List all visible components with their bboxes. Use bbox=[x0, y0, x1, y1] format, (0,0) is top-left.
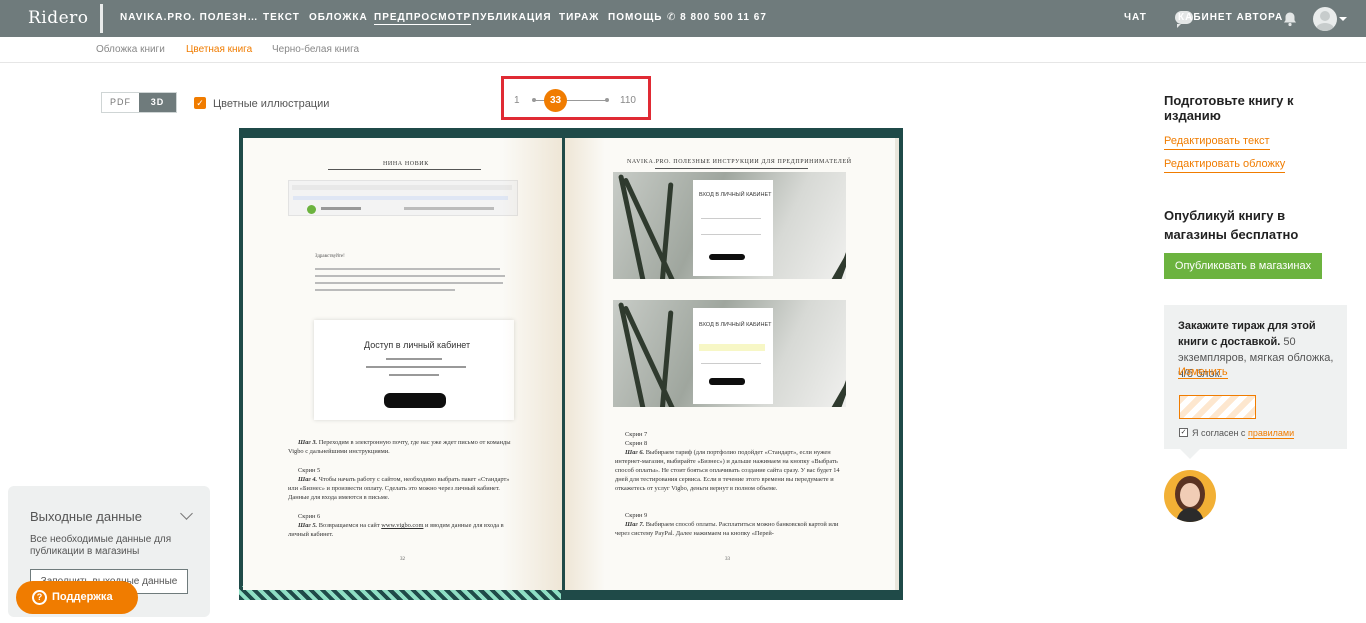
question-icon: ? bbox=[32, 590, 47, 605]
left-screen5: Скрин 5 bbox=[298, 467, 321, 474]
left-step5: Шаг 5. Возвращаемся на сайт www.vigbo.co… bbox=[288, 522, 504, 538]
rules-link[interactable]: правилами bbox=[1247, 428, 1295, 439]
manager-portrait-icon bbox=[1175, 476, 1205, 522]
nav-phone: ✆ 8 800 500 11 67 bbox=[667, 12, 767, 23]
book-page-right[interactable]: NAVIKA.PRO. ПОЛЕЗНЫЕ ИНСТРУКЦИИ ДЛЯ ПРЕД… bbox=[565, 138, 895, 590]
ridero-logo[interactable]: Ridero bbox=[28, 8, 89, 28]
agree-checkbox[interactable]: ✓ bbox=[1179, 428, 1188, 437]
right-title-rule bbox=[655, 168, 808, 169]
left-step3: Шаг 3. Переходим в электронную почту, гд… bbox=[288, 439, 511, 455]
order-price-placeholder bbox=[1179, 395, 1256, 419]
login-screenshot-2: ВХОД В ЛИЧНЫЙ КАБИНЕТ bbox=[613, 300, 846, 407]
bell-icon[interactable] bbox=[1282, 11, 1298, 27]
login-card-1: ВХОД В ЛИЧНЫЙ КАБИНЕТ bbox=[693, 180, 773, 276]
3d-button[interactable]: 3D bbox=[139, 93, 176, 112]
email-body-lines bbox=[315, 268, 505, 298]
nav-text[interactable]: ТЕКСТ bbox=[263, 12, 300, 23]
card-black-button bbox=[384, 393, 446, 408]
left-page-number: 32 bbox=[400, 557, 405, 562]
page-slider-end-dot bbox=[605, 98, 609, 102]
right-running-title: NAVIKA.PRO. ПОЛЕЗНЫЕ ИНСТРУКЦИИ ДЛЯ ПРЕД… bbox=[627, 159, 852, 165]
subtab-color-book[interactable]: Цветная книга bbox=[186, 44, 252, 55]
edit-cover-link[interactable]: Редактировать обложку bbox=[1164, 158, 1286, 173]
nav-book-title[interactable]: NAVIKA.PRO. ПОЛЕЗН… bbox=[120, 12, 259, 23]
plant-leaf bbox=[828, 188, 846, 279]
subtab-cover[interactable]: Обложка книги bbox=[96, 44, 165, 55]
nav-help[interactable]: ПОМОЩЬ bbox=[608, 12, 662, 23]
publish-in-stores-button[interactable]: Опубликовать в магазинах bbox=[1164, 253, 1322, 279]
nav-cover[interactable]: ОБЛОЖКА bbox=[309, 12, 368, 23]
user-avatar[interactable] bbox=[1313, 7, 1337, 31]
nav-preview[interactable]: ПРЕДПРОСМОТР bbox=[374, 12, 472, 25]
nav-publication[interactable]: ПУБЛИКАЦИЯ bbox=[472, 12, 552, 23]
pdf-button[interactable]: PDF bbox=[102, 93, 139, 112]
page-slider-max: 110 bbox=[620, 95, 636, 106]
email-screenshot bbox=[288, 180, 518, 216]
email-greeting: Здравствуйте! bbox=[315, 254, 345, 259]
page-slider-handle[interactable]: 33 bbox=[544, 89, 567, 112]
left-screen6: Скрин 6 bbox=[298, 513, 321, 520]
login-title-1: ВХОД В ЛИЧНЫЙ КАБИНЕТ bbox=[699, 192, 772, 198]
color-illustrations-label: Цветные иллюстрации bbox=[213, 98, 330, 110]
login-button-1 bbox=[709, 254, 745, 260]
plant-leaf bbox=[828, 316, 846, 407]
view-mode-toggle: PDF 3D bbox=[101, 92, 177, 113]
prepare-title: Подготовьте книгу к изданию bbox=[1164, 93, 1294, 123]
right-step7: Шаг 7. Выбираем способ оплаты. Расплатит… bbox=[615, 521, 839, 537]
order-change-link[interactable]: Изменить bbox=[1178, 366, 1228, 379]
output-data-description: Все необходимые данные для публикации в … bbox=[30, 534, 172, 557]
nav-author-cabinet[interactable]: КАБИНЕТ АВТОРА bbox=[1178, 12, 1283, 23]
access-card: Доступ в личный кабинет bbox=[314, 320, 514, 420]
page-slider-min: 1 bbox=[514, 95, 520, 106]
page-edge bbox=[895, 138, 899, 590]
user-icon bbox=[1316, 11, 1334, 31]
manager-avatar[interactable] bbox=[1164, 470, 1216, 522]
chevron-down-icon[interactable] bbox=[1339, 17, 1347, 21]
left-title-rule bbox=[328, 169, 481, 170]
output-data-title: Выходные данные bbox=[30, 509, 143, 524]
book-page-left[interactable]: НИНА НОВИК Здравствуйте! Доступ в личный… bbox=[243, 138, 562, 590]
agree-label: Я согласен с правилами bbox=[1192, 428, 1295, 439]
right-step6: Шаг 6. Выбираем тариф (для портфолио под… bbox=[615, 449, 840, 492]
login-title-2: ВХОД В ЛИЧНЫЙ КАБИНЕТ bbox=[699, 322, 772, 328]
login-screenshot-1: ВХОД В ЛИЧНЫЙ КАБИНЕТ bbox=[613, 172, 846, 279]
login-button-2 bbox=[709, 378, 745, 385]
right-page-number: 33 bbox=[725, 557, 730, 562]
page-slider-start-dot bbox=[532, 98, 536, 102]
right-screen8: Скрин 8 bbox=[625, 440, 648, 447]
left-running-title: НИНА НОВИК bbox=[383, 161, 429, 167]
left-step4: Шаг 4. Чтобы начать работу с сайтом, нео… bbox=[288, 476, 510, 501]
logo-divider bbox=[100, 4, 103, 33]
right-screen7: Скрин 7 bbox=[625, 431, 648, 438]
login-card-2: ВХОД В ЛИЧНЫЙ КАБИНЕТ bbox=[693, 308, 773, 404]
subnav-divider bbox=[0, 62, 1366, 63]
publish-title: Опубликуй книгу в магазины бесплатно bbox=[1164, 208, 1299, 242]
subtab-bw-book[interactable]: Черно-белая книга bbox=[272, 44, 359, 55]
nav-chat[interactable]: ЧАТ bbox=[1124, 12, 1147, 23]
access-card-title: Доступ в личный кабинет bbox=[364, 340, 471, 350]
right-screen9: Скрин 9 bbox=[625, 512, 648, 519]
color-illustrations-checkbox[interactable]: ✓ bbox=[194, 97, 206, 109]
top-navbar: Ridero NAVIKA.PRO. ПОЛЕЗН… ТЕКСТ ОБЛОЖКА… bbox=[0, 0, 1366, 37]
nav-print-run[interactable]: ТИРАЖ bbox=[559, 12, 599, 23]
edit-text-link[interactable]: Редактировать текст bbox=[1164, 135, 1270, 150]
